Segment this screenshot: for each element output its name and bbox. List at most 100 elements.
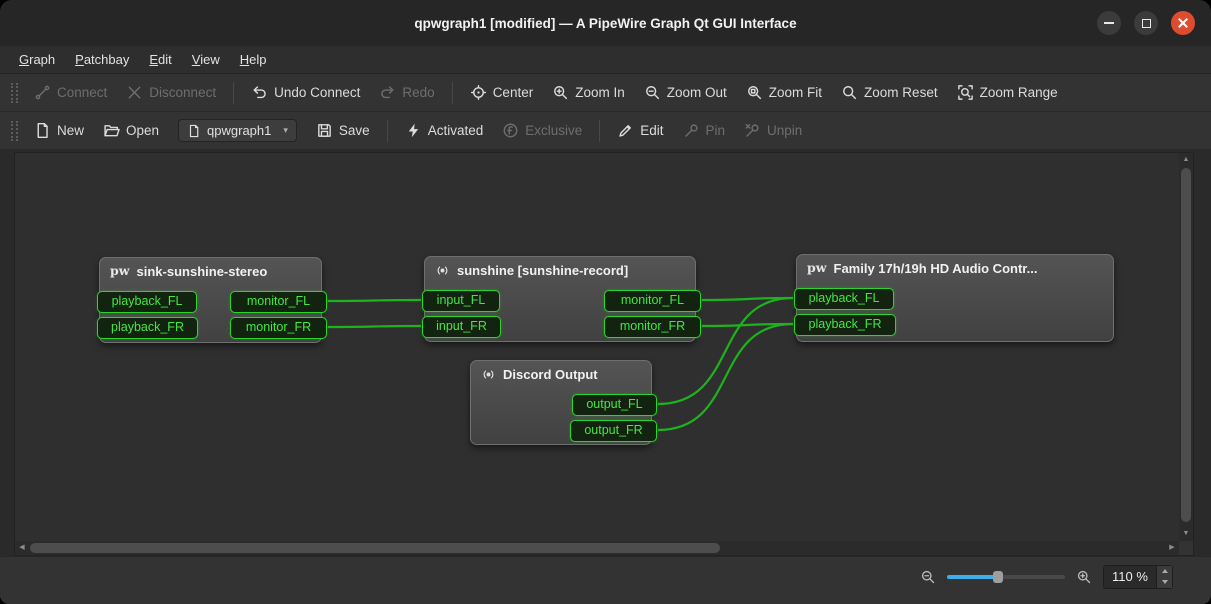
port-input[interactable]: playback_FR	[97, 317, 198, 339]
patchbay-toolbar: New Open qpwgraph1 ▾ Save Activated Excl…	[0, 112, 1211, 150]
zoom-in-icon	[552, 84, 569, 101]
zoom-spinbox[interactable]: 110 %	[1103, 565, 1173, 589]
menu-bar: Graph Patchbay Edit View Help	[0, 46, 1211, 74]
toolbar-separator	[599, 120, 600, 142]
node-header: Discord Output	[471, 361, 651, 385]
menu-graph[interactable]: Graph	[10, 49, 64, 70]
connect-button[interactable]: Connect	[26, 80, 115, 105]
toolbar-separator	[233, 82, 234, 104]
scrollbar-corner	[1179, 541, 1193, 555]
port-output[interactable]: monitor_FL	[604, 290, 701, 312]
spin-down-button[interactable]	[1157, 577, 1172, 588]
undo-connect-button[interactable]: Undo Connect	[243, 80, 368, 105]
exclusive-icon	[502, 122, 519, 139]
close-icon	[1178, 18, 1188, 28]
scroll-left-button[interactable]: ◀	[15, 541, 29, 555]
connection-wire[interactable]	[702, 324, 793, 326]
spin-buttons	[1156, 566, 1172, 588]
connection-wire[interactable]	[328, 300, 421, 301]
zoom-fit-icon	[746, 84, 763, 101]
maximize-icon	[1142, 19, 1151, 28]
zoom-in-button[interactable]: Zoom In	[544, 80, 633, 105]
graph-node[interactable]: pwsink-sunshine-stereo playback_FLplaybac…	[99, 257, 322, 343]
zoom-out-icon[interactable]	[920, 569, 936, 585]
toolbar-handle[interactable]	[11, 121, 18, 141]
scroll-down-button[interactable]: ▼	[1179, 527, 1193, 541]
patchbay-profile-combo[interactable]: qpwgraph1 ▾	[178, 119, 297, 142]
open-button[interactable]: Open	[95, 118, 167, 143]
menu-help[interactable]: Help	[231, 49, 276, 70]
pin-icon	[683, 122, 700, 139]
zoom-slider[interactable]	[947, 569, 1065, 585]
zoom-range-button[interactable]: Zoom Range	[949, 80, 1066, 105]
port-input[interactable]: input_FR	[422, 316, 501, 338]
edit-toggle[interactable]: Edit	[609, 118, 671, 143]
menu-edit[interactable]: Edit	[140, 49, 180, 70]
node-header: pwsink-sunshine-stereo	[100, 258, 321, 282]
horizontal-scrollbar[interactable]: ◀ ▶	[15, 541, 1179, 555]
node-title: Discord Output	[503, 367, 598, 382]
graph-node[interactable]: pwFamily 17h/19h HD Audio Contr... playba…	[796, 254, 1114, 342]
menu-patchbay[interactable]: Patchbay	[66, 49, 138, 70]
graph-node[interactable]: Discord Outputoutput_FLoutput_FR	[470, 360, 652, 445]
toolbar-handle[interactable]	[11, 83, 18, 103]
center-icon	[470, 84, 487, 101]
new-document-icon	[34, 122, 51, 139]
pencil-icon	[617, 122, 634, 139]
record-icon	[481, 367, 496, 382]
save-button[interactable]: Save	[308, 118, 378, 143]
port-input[interactable]: playback_FL	[794, 288, 894, 310]
minimize-button[interactable]	[1097, 11, 1121, 35]
node-title: Family 17h/19h HD Audio Contr...	[834, 261, 1038, 276]
port-output[interactable]: monitor_FR	[230, 317, 327, 339]
port-output[interactable]: monitor_FR	[604, 316, 701, 338]
arrow-up-icon	[1162, 569, 1168, 573]
menu-view[interactable]: View	[183, 49, 229, 70]
combo-value: qpwgraph1	[207, 123, 271, 138]
center-button[interactable]: Center	[462, 80, 542, 105]
scroll-right-button[interactable]: ▶	[1165, 541, 1179, 555]
zoom-reset-button[interactable]: Zoom Reset	[833, 80, 946, 105]
record-icon	[435, 263, 450, 278]
graph-node[interactable]: sunshine [sunshine-record]input_FLinput_…	[424, 256, 696, 342]
zoom-out-button[interactable]: Zoom Out	[636, 80, 735, 105]
pipewire-icon: pw	[110, 265, 130, 278]
zoom-in-icon[interactable]	[1076, 569, 1092, 585]
vertical-scrollbar[interactable]: ▲ ▼	[1179, 153, 1193, 541]
connection-wire[interactable]	[328, 326, 421, 327]
close-button[interactable]	[1171, 11, 1195, 35]
port-output[interactable]: output_FL	[572, 394, 657, 416]
node-header: pwFamily 17h/19h HD Audio Contr...	[797, 255, 1113, 279]
port-output[interactable]: output_FR	[570, 420, 657, 442]
activated-toggle[interactable]: Activated	[397, 118, 492, 143]
app-window: qpwgraph1 [modified] — A PipeWire Graph …	[0, 0, 1211, 604]
pin-button[interactable]: Pin	[675, 118, 734, 143]
unpin-button[interactable]: Unpin	[736, 118, 810, 143]
zoom-slider-handle[interactable]	[993, 571, 1003, 583]
unpin-icon	[744, 122, 761, 139]
arrow-down-icon	[1162, 580, 1168, 584]
save-icon	[316, 122, 333, 139]
title-bar[interactable]: qpwgraph1 [modified] — A PipeWire Graph …	[0, 0, 1211, 46]
exclusive-toggle[interactable]: Exclusive	[494, 118, 590, 143]
maximize-button[interactable]	[1134, 11, 1158, 35]
zoom-fit-button[interactable]: Zoom Fit	[738, 80, 830, 105]
zoom-out-icon	[644, 84, 661, 101]
port-output[interactable]: monitor_FL	[230, 291, 327, 313]
port-input[interactable]: playback_FR	[794, 314, 896, 336]
new-button[interactable]: New	[26, 118, 92, 143]
port-input[interactable]: playback_FL	[97, 291, 197, 313]
redo-icon	[379, 84, 396, 101]
horizontal-scroll-handle[interactable]	[30, 543, 720, 553]
connection-wire[interactable]	[702, 298, 793, 300]
file-icon	[187, 124, 201, 138]
disconnect-button[interactable]: Disconnect	[118, 80, 224, 105]
spin-up-button[interactable]	[1157, 566, 1172, 577]
zoom-reset-icon	[841, 84, 858, 101]
port-input[interactable]: input_FL	[422, 290, 500, 312]
scroll-up-button[interactable]: ▲	[1179, 153, 1193, 167]
graph-canvas[interactable]: pwsink-sunshine-stereoplayback_FLplaybac…	[15, 153, 1179, 541]
vertical-scroll-handle[interactable]	[1181, 168, 1191, 522]
slider-fill	[947, 575, 997, 579]
redo-button[interactable]: Redo	[371, 80, 442, 105]
